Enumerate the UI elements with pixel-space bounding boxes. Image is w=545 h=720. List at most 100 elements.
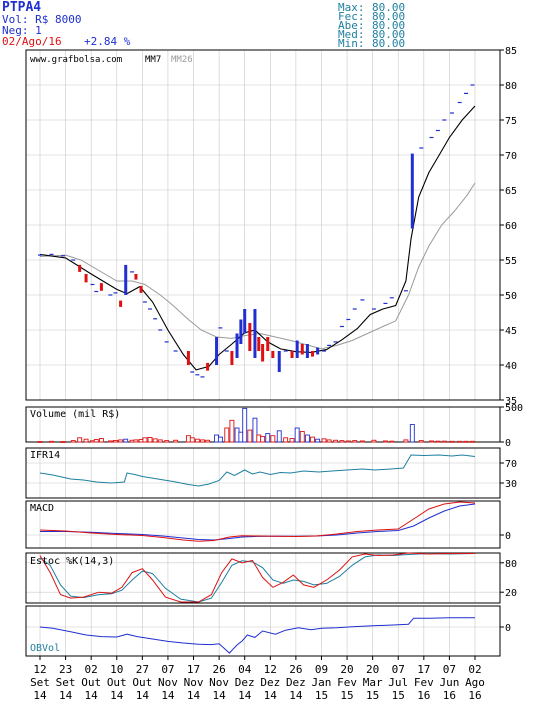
x-tick-month: Set: [56, 676, 76, 689]
candle: [206, 362, 210, 371]
x-tick-year: 14: [85, 689, 99, 702]
candle: [230, 351, 234, 365]
volume-bar: [326, 439, 332, 443]
volume-bar: [152, 438, 158, 443]
volume-bar: [118, 439, 124, 443]
y-tick-label: 40: [505, 361, 517, 372]
x-tick-day: 07: [392, 663, 405, 676]
x-tick-year: 16: [443, 689, 456, 702]
candle: [300, 344, 304, 355]
volume-bar: [359, 440, 365, 443]
x-tick-year: 15: [392, 689, 405, 702]
volume-bar: [242, 407, 248, 443]
volume-bar: [449, 440, 455, 443]
volume-bar: [321, 438, 327, 443]
candle: [215, 337, 219, 365]
candle: [261, 344, 265, 362]
x-tick-month: Fev: [337, 676, 357, 689]
x-tick-year: 14: [187, 689, 201, 702]
y-tick-label: 60: [505, 221, 517, 232]
volume-bar: [469, 440, 475, 443]
candle: [410, 153, 414, 229]
volume-bar: [276, 430, 282, 443]
volume-bar: [345, 440, 351, 443]
y-tick-label: 85: [505, 46, 517, 57]
x-tick-day: 12: [264, 663, 277, 676]
macd-panel: [25, 500, 501, 549]
y-tick-label: 50: [505, 291, 517, 302]
volume-bar: [429, 440, 434, 443]
y-tick-label: 45: [505, 326, 517, 337]
volume-bar: [217, 436, 223, 443]
candle: [305, 344, 309, 358]
volume-bar: [142, 437, 148, 443]
y-tick-label: 80: [505, 559, 517, 570]
x-tick-day: 10: [110, 663, 123, 676]
volume-bar: [457, 440, 463, 443]
volume-bar: [123, 438, 129, 443]
macd-line: [39, 501, 476, 542]
volume-bar: [265, 433, 271, 443]
candle: [277, 351, 281, 372]
x-tick-year: 15: [340, 689, 353, 702]
x-tick-day: 17: [417, 663, 430, 676]
x-tick-day: 27: [136, 663, 149, 676]
y-tick-label: 65: [505, 186, 517, 197]
volume-bar: [107, 440, 113, 443]
x-tick-year: 14: [59, 689, 73, 702]
candle: [257, 337, 261, 351]
candle: [239, 319, 243, 344]
candle: [243, 309, 247, 334]
volume-bar: [435, 440, 441, 443]
x-tick-day: 20: [366, 663, 379, 676]
volume-bar: [299, 431, 305, 443]
volume-bar: [83, 438, 89, 443]
x-tick-year: 14: [264, 689, 278, 702]
volume-bar: [113, 440, 118, 443]
volume-bar: [229, 419, 235, 443]
x-tick-year: 14: [136, 689, 150, 702]
x-tick-day: 04: [238, 663, 252, 676]
legend-mm7: MM7: [145, 55, 161, 65]
x-tick-day: 26: [289, 663, 302, 676]
volume-bar: [304, 434, 310, 443]
x-tick-day: 20: [340, 663, 353, 676]
volume-bar: [382, 440, 388, 443]
x-tick-month: Mar: [363, 676, 383, 689]
volume-bar: [339, 440, 345, 443]
volume-bar: [389, 440, 395, 443]
x-tick-month: Dez: [235, 676, 255, 689]
candle: [311, 351, 315, 357]
panel-title: OBVol: [30, 643, 60, 654]
candle: [253, 309, 257, 358]
x-tick-year: 15: [315, 689, 328, 702]
x-tick-month: Nov: [184, 676, 204, 689]
y-tick-label: 80: [505, 81, 517, 92]
volume-bar: [270, 435, 276, 443]
x-tick-year: 16: [417, 689, 430, 702]
volume-bar: [37, 440, 43, 443]
volume-bar: [352, 440, 358, 443]
volume-bar: [283, 437, 289, 443]
x-tick-year: 14: [110, 689, 124, 702]
x-tick-month: Jul: [388, 676, 408, 689]
volume-bar: [49, 440, 54, 443]
x-tick-month: Nov: [158, 676, 178, 689]
x-tick-day: 23: [59, 663, 72, 676]
volume-bar: [98, 438, 104, 443]
x-tick-day: 02: [85, 663, 98, 676]
x-tick-month: Fev: [414, 676, 434, 689]
y-tick-label: 55: [505, 256, 517, 267]
x-tick-month: Dez: [286, 676, 306, 689]
x-tick-day: 26: [212, 663, 225, 676]
x-tick-month: Nov: [209, 676, 229, 689]
volume-bar: [294, 427, 300, 443]
panel-title: IFR14: [30, 450, 60, 461]
candle: [266, 337, 270, 351]
y-tick-label: 70: [505, 459, 517, 470]
volume-bar: [333, 439, 338, 443]
volume-bar: [409, 424, 415, 443]
volume-bar: [441, 440, 447, 443]
volume-bar: [224, 427, 230, 443]
x-tick-year: 14: [212, 689, 226, 702]
